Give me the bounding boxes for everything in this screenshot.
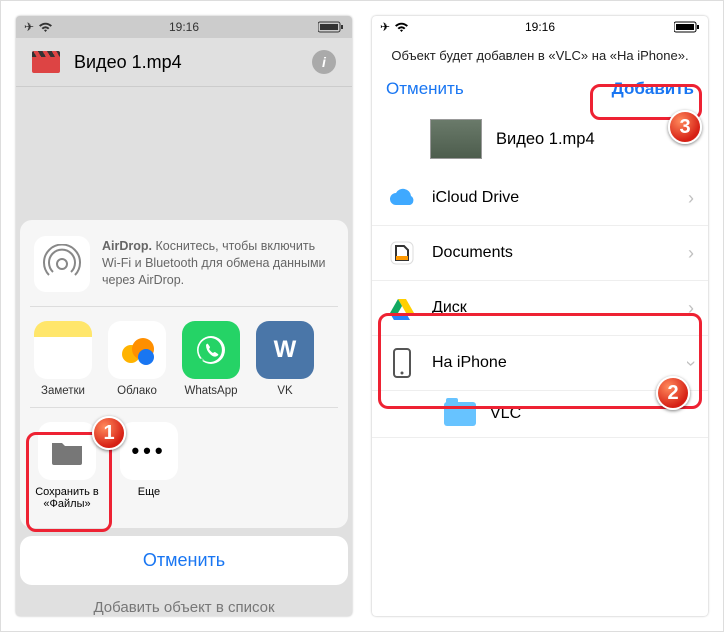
app-notes[interactable]: Заметки xyxy=(32,321,94,397)
folder-icon xyxy=(444,402,476,426)
right-screenshot: ✈ 19:16 Объект будет добавлен в «VLC» на… xyxy=(372,16,708,616)
context-text: Объект будет добавлен в «VLC» на «На iPh… xyxy=(372,38,708,73)
airplane-mode-icon: ✈ xyxy=(380,20,390,34)
location-disk[interactable]: Диск› xyxy=(372,281,708,336)
airdrop-text: AirDrop. Коснитесь, чтобы включить Wi-Fi… xyxy=(102,236,334,289)
file-title: Видео 1.mp4 xyxy=(74,52,298,73)
status-bar: ✈ 19:16 xyxy=(16,16,352,38)
battery-icon xyxy=(318,21,344,33)
dialog-add-button[interactable]: Добавить xyxy=(612,79,694,99)
location-icloud-drive[interactable]: iCloud Drive› xyxy=(372,171,708,226)
iphone-icon xyxy=(386,347,418,379)
location-on-iphone[interactable]: На iPhone› xyxy=(372,336,708,391)
share-actions-row: Сохранить в «Файлы» ••• Еще xyxy=(30,408,338,518)
chevron-down-icon: › xyxy=(681,360,702,366)
airdrop-icon xyxy=(34,236,90,292)
dialog-cancel-button[interactable]: Отменить xyxy=(386,79,464,99)
chevron-right-icon: › xyxy=(688,243,694,264)
share-cancel-button[interactable]: Отменить xyxy=(20,536,348,585)
folder-icon xyxy=(50,437,84,465)
share-sheet: AirDrop. Коснитесь, чтобы включить Wi-Fi… xyxy=(20,220,348,616)
status-time: 19:16 xyxy=(525,20,555,34)
share-apps-row: Заметки Облако WhatsApp WVK xyxy=(30,307,338,408)
callout-badge-2: 2 xyxy=(656,376,690,410)
callout-badge-3: 3 xyxy=(668,110,702,144)
left-screenshot: ✈ 19:16 Видео 1.mp4 i AirDrop. Коснитесь… xyxy=(16,16,352,616)
video-file-icon xyxy=(32,51,60,73)
file-preview-row: Видео 1.mp4 xyxy=(372,111,708,171)
file-name: Видео 1.mp4 xyxy=(496,130,595,149)
battery-icon xyxy=(674,21,700,33)
documents-app-icon xyxy=(386,237,418,269)
file-header: Видео 1.mp4 i xyxy=(16,38,352,86)
app-vk[interactable]: WVK xyxy=(254,321,316,397)
status-bar: ✈ 19:16 xyxy=(372,16,708,38)
chevron-right-icon: › xyxy=(688,298,694,319)
location-documents[interactable]: Documents› xyxy=(372,226,708,281)
callout-badge-1: 1 xyxy=(92,416,126,450)
wifi-icon xyxy=(38,22,53,33)
cloud-icon xyxy=(386,182,418,214)
airplane-mode-icon: ✈ xyxy=(24,20,34,34)
more-icon: ••• xyxy=(131,438,166,464)
app-whatsapp[interactable]: WhatsApp xyxy=(180,321,242,397)
chevron-right-icon: › xyxy=(688,188,694,209)
wifi-icon xyxy=(394,22,409,33)
info-button[interactable]: i xyxy=(312,50,336,74)
google-drive-icon xyxy=(386,292,418,324)
video-thumbnail xyxy=(430,119,482,159)
status-time: 19:16 xyxy=(169,20,199,34)
app-cloud[interactable]: Облако xyxy=(106,321,168,397)
background-peek: Добавить объект в список xyxy=(20,593,348,616)
airdrop-row[interactable]: AirDrop. Коснитесь, чтобы включить Wi-Fi… xyxy=(30,230,338,307)
